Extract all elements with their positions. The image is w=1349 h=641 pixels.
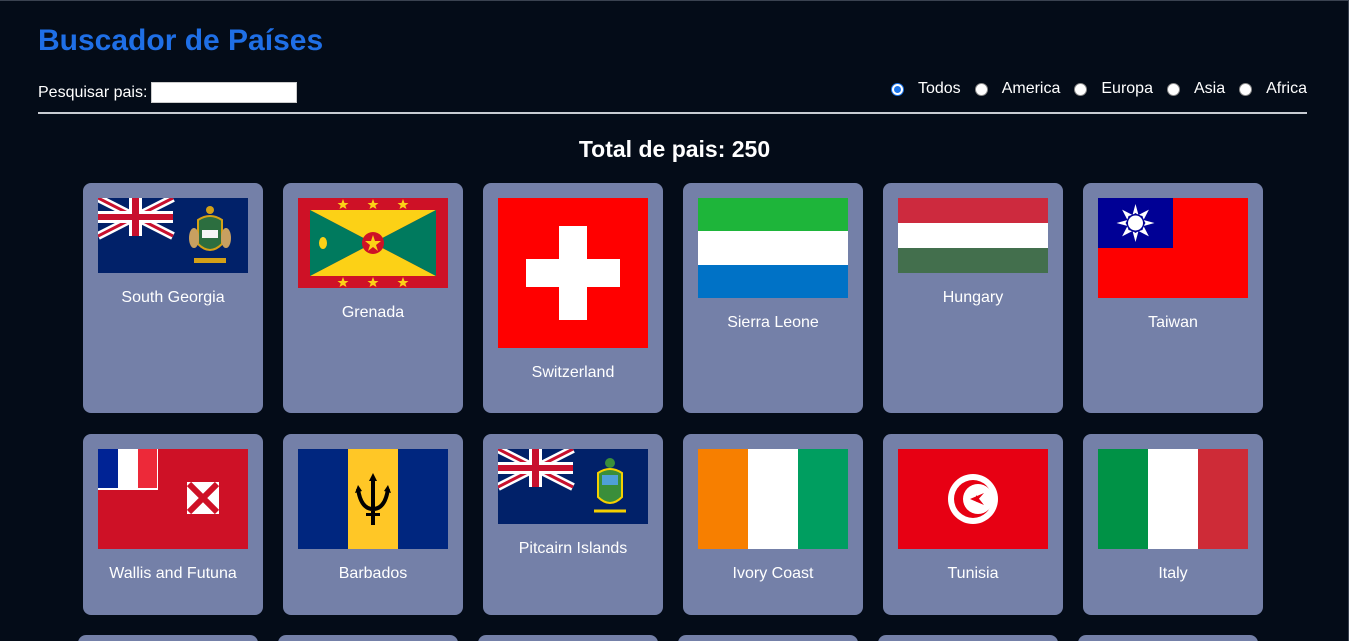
country-name: Taiwan bbox=[1148, 314, 1198, 331]
filter-europa[interactable]: Europa bbox=[1074, 80, 1153, 98]
country-card-pitcairn[interactable]: Pitcairn Islands bbox=[483, 434, 663, 615]
tunisia-flag-icon bbox=[898, 449, 1048, 549]
country-card[interactable] bbox=[78, 635, 258, 641]
filter-label-africa: Africa bbox=[1266, 80, 1307, 97]
page-title: Buscador de Países bbox=[38, 24, 324, 57]
sierra-leone-flag-icon bbox=[698, 198, 848, 298]
radio-europa[interactable] bbox=[1074, 82, 1088, 96]
country-card[interactable] bbox=[478, 635, 658, 641]
filter-todos[interactable]: Todos bbox=[890, 80, 961, 98]
search-input[interactable] bbox=[151, 82, 298, 103]
radio-africa[interactable] bbox=[1239, 82, 1253, 96]
country-name: Grenada bbox=[341, 304, 405, 321]
filter-label-europa: Europa bbox=[1101, 80, 1153, 97]
country-name: Italy bbox=[1158, 565, 1188, 582]
country-card[interactable] bbox=[678, 635, 858, 641]
country-card-wallis-futuna[interactable]: Wallis and Futuna bbox=[83, 434, 263, 615]
pitcairn-flag-icon bbox=[498, 449, 648, 524]
header-divider bbox=[38, 112, 1307, 114]
country-card[interactable] bbox=[878, 635, 1058, 641]
search-label: Pesquisar pais: bbox=[38, 83, 148, 101]
country-card[interactable] bbox=[1078, 635, 1258, 641]
hungary-flag-icon bbox=[898, 198, 1048, 273]
country-card-tunisia[interactable]: Tunisia bbox=[883, 434, 1063, 615]
search-row: Pesquisar pais: bbox=[38, 82, 298, 103]
country-name: Wallis and Futuna bbox=[109, 565, 237, 582]
country-card-grenada[interactable]: Grenada bbox=[283, 183, 463, 413]
radio-todos[interactable] bbox=[890, 82, 904, 96]
country-card-sierra-leone[interactable]: Sierra Leone bbox=[683, 183, 863, 413]
country-card-switzerland[interactable]: Switzerland bbox=[483, 183, 663, 413]
grenada-flag-icon bbox=[298, 198, 448, 288]
filter-asia[interactable]: Asia bbox=[1166, 80, 1226, 98]
country-name: Barbados bbox=[338, 565, 408, 582]
radio-america[interactable] bbox=[974, 82, 988, 96]
country-card-hungary[interactable]: Hungary bbox=[883, 183, 1063, 413]
country-name: Ivory Coast bbox=[732, 565, 814, 582]
switzerland-flag-icon bbox=[498, 198, 648, 348]
country-card-barbados[interactable]: Barbados bbox=[283, 434, 463, 615]
country-card-south-georgia[interactable]: South Georgia bbox=[83, 183, 263, 413]
region-filter-group: Todos America Europa Asia Africa bbox=[877, 80, 1307, 98]
barbados-flag-icon bbox=[298, 449, 448, 549]
country-name: Tunisia bbox=[947, 565, 999, 582]
total-count: Total de pais: 250 bbox=[578, 136, 771, 162]
country-card-ivory-coast[interactable]: Ivory Coast bbox=[683, 434, 863, 615]
filter-label-asia: Asia bbox=[1193, 80, 1226, 97]
taiwan-flag-icon bbox=[1098, 198, 1248, 298]
country-name: Hungary bbox=[942, 289, 1004, 306]
south-georgia-flag-icon bbox=[98, 198, 248, 273]
country-name: Switzerland bbox=[531, 364, 615, 381]
italy-flag-icon bbox=[1098, 449, 1248, 549]
country-name: Sierra Leone bbox=[727, 314, 819, 331]
ivory-coast-flag-icon bbox=[698, 449, 848, 549]
country-card-taiwan[interactable]: Taiwan bbox=[1083, 183, 1263, 413]
filter-label-america: America bbox=[1001, 80, 1061, 97]
filter-label-todos: Todos bbox=[917, 80, 961, 97]
country-name: South Georgia bbox=[121, 289, 225, 306]
radio-asia[interactable] bbox=[1166, 82, 1180, 96]
wallis-futuna-flag-icon bbox=[98, 449, 248, 549]
country-card[interactable] bbox=[278, 635, 458, 641]
country-card-italy[interactable]: Italy bbox=[1083, 434, 1263, 615]
filter-america[interactable]: America bbox=[974, 80, 1061, 98]
filter-africa[interactable]: Africa bbox=[1239, 80, 1307, 98]
country-name: Pitcairn Islands bbox=[518, 540, 628, 557]
